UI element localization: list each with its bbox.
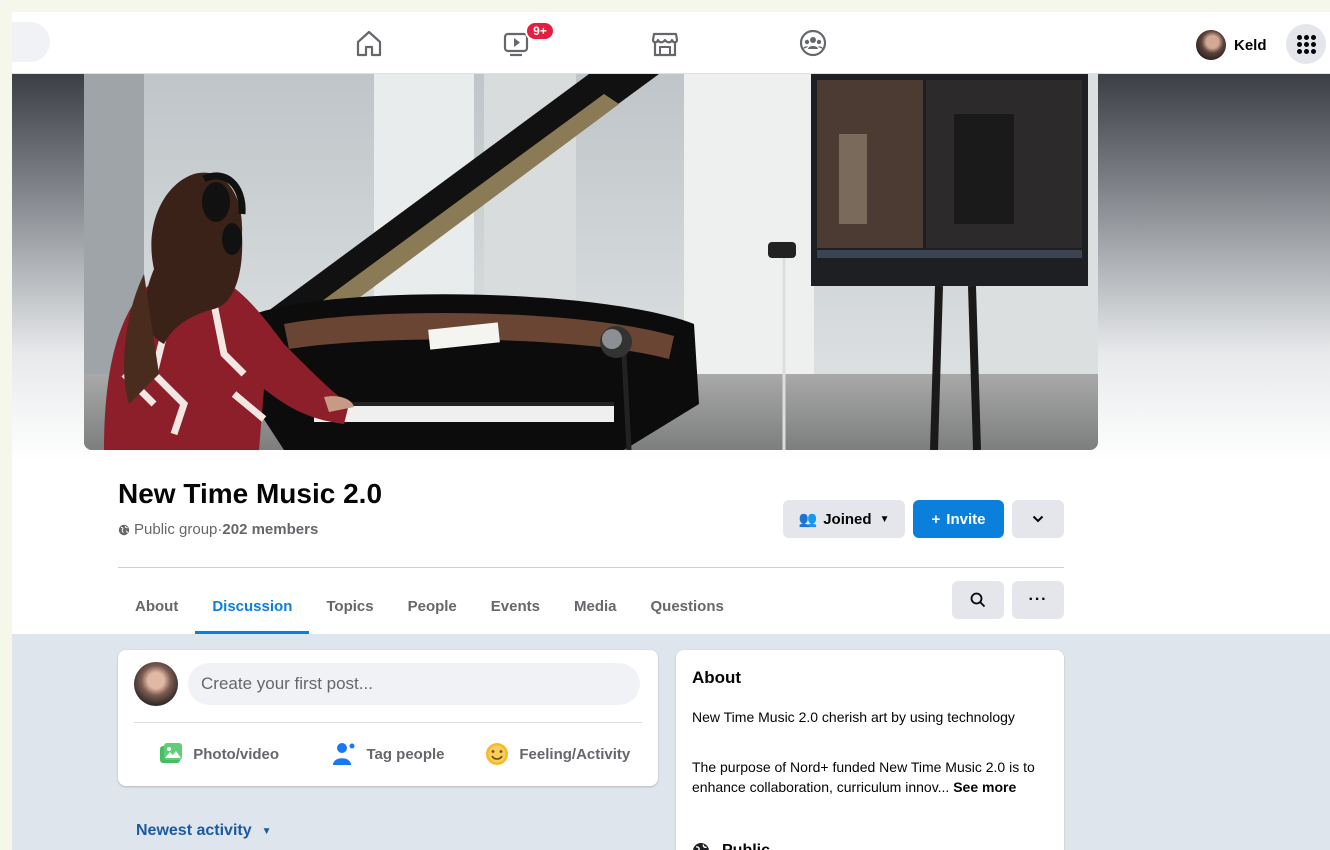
avatar [134, 662, 178, 706]
sort-dropdown[interactable]: Newest activity ▼ [136, 822, 272, 840]
top-navigation: 9+ Keld [12, 12, 1330, 74]
search-input[interactable] [12, 22, 50, 62]
tab-discussion[interactable]: Discussion [195, 579, 310, 634]
about-title: About [692, 668, 742, 687]
profile-name: Keld [1234, 36, 1267, 54]
cover-photo [84, 74, 1098, 450]
tab-about[interactable]: About [118, 579, 195, 633]
plus-icon: + [931, 510, 941, 528]
photo-video-button[interactable]: Photo/video [134, 734, 303, 774]
photo-icon [160, 743, 183, 763]
joined-button[interactable]: 👥 Joined ▼ [783, 500, 905, 538]
caret-down-icon: ▼ [879, 513, 890, 525]
groups-icon[interactable] [796, 26, 830, 60]
about-card: About New Time Music 2.0 cherish art by … [676, 650, 1064, 850]
tag-people-label: Tag people [366, 745, 445, 763]
page-title: New Time Music 2.0 [118, 478, 383, 509]
menu-button[interactable] [1286, 24, 1326, 64]
page: 9+ Keld New Time Music 2.0 Public group … [12, 12, 1330, 850]
joined-label: Joined [823, 510, 872, 528]
about-purpose: The purpose of Nord+ funded New Time Mus… [692, 757, 1052, 797]
create-post-input[interactable]: Create your first post... [188, 663, 640, 705]
invite-label: Invite [946, 510, 986, 528]
feeling-activity-label: Feeling/Activity [519, 745, 631, 763]
tab-topics[interactable]: Topics [309, 579, 390, 633]
groups-small-icon: 👥 [798, 511, 818, 528]
more-dots-icon: ··· [1028, 591, 1048, 608]
caret-down-icon: ▼ [261, 825, 272, 837]
tag-people-icon [333, 743, 355, 765]
marketplace-icon[interactable] [648, 26, 682, 60]
home-icon[interactable] [352, 26, 386, 60]
group-search-button[interactable] [952, 581, 1004, 619]
tab-more-button[interactable]: ··· [1012, 581, 1064, 619]
feeling-emoji-icon [486, 743, 509, 765]
watch-badge: 9+ [525, 21, 555, 41]
tag-people-button[interactable]: Tag people [303, 734, 472, 774]
grid-menu-icon [1296, 34, 1316, 54]
globe-icon [693, 843, 709, 850]
member-count[interactable]: 202 members [222, 521, 318, 538]
search-icon [970, 592, 986, 608]
tab-events[interactable]: Events [474, 579, 557, 633]
tab-questions[interactable]: Questions [634, 579, 741, 633]
profile-button[interactable]: Keld [1196, 30, 1267, 60]
invite-button[interactable]: + Invite [913, 500, 1004, 538]
post-composer: Create your first post... Photo/video Ta [118, 650, 658, 786]
composer-divider [134, 722, 642, 723]
more-options-button[interactable] [1012, 500, 1064, 538]
privacy-public-label: Public [722, 842, 770, 850]
avatar [1196, 30, 1226, 60]
tab-media[interactable]: Media [557, 579, 634, 633]
see-more-link[interactable]: See more [953, 779, 1016, 795]
sort-label: Newest activity [136, 822, 252, 839]
group-tabs: About Discussion Topics People Events Me… [118, 579, 741, 634]
privacy-label: Public group [134, 521, 218, 538]
feeling-activity-button[interactable]: Feeling/Activity [473, 734, 642, 774]
about-description: New Time Music 2.0 cherish art by using … [692, 709, 1015, 725]
chevron-down-icon [1032, 515, 1044, 523]
tab-people[interactable]: People [391, 579, 474, 633]
globe-icon [118, 524, 130, 535]
composer-actions: Photo/video Tag people Feeling/Activity [134, 734, 642, 774]
group-meta: Public group · 202 members [118, 521, 318, 538]
about-privacy: Public [692, 842, 770, 850]
photo-video-label: Photo/video [193, 745, 280, 763]
header-divider [118, 567, 1064, 568]
